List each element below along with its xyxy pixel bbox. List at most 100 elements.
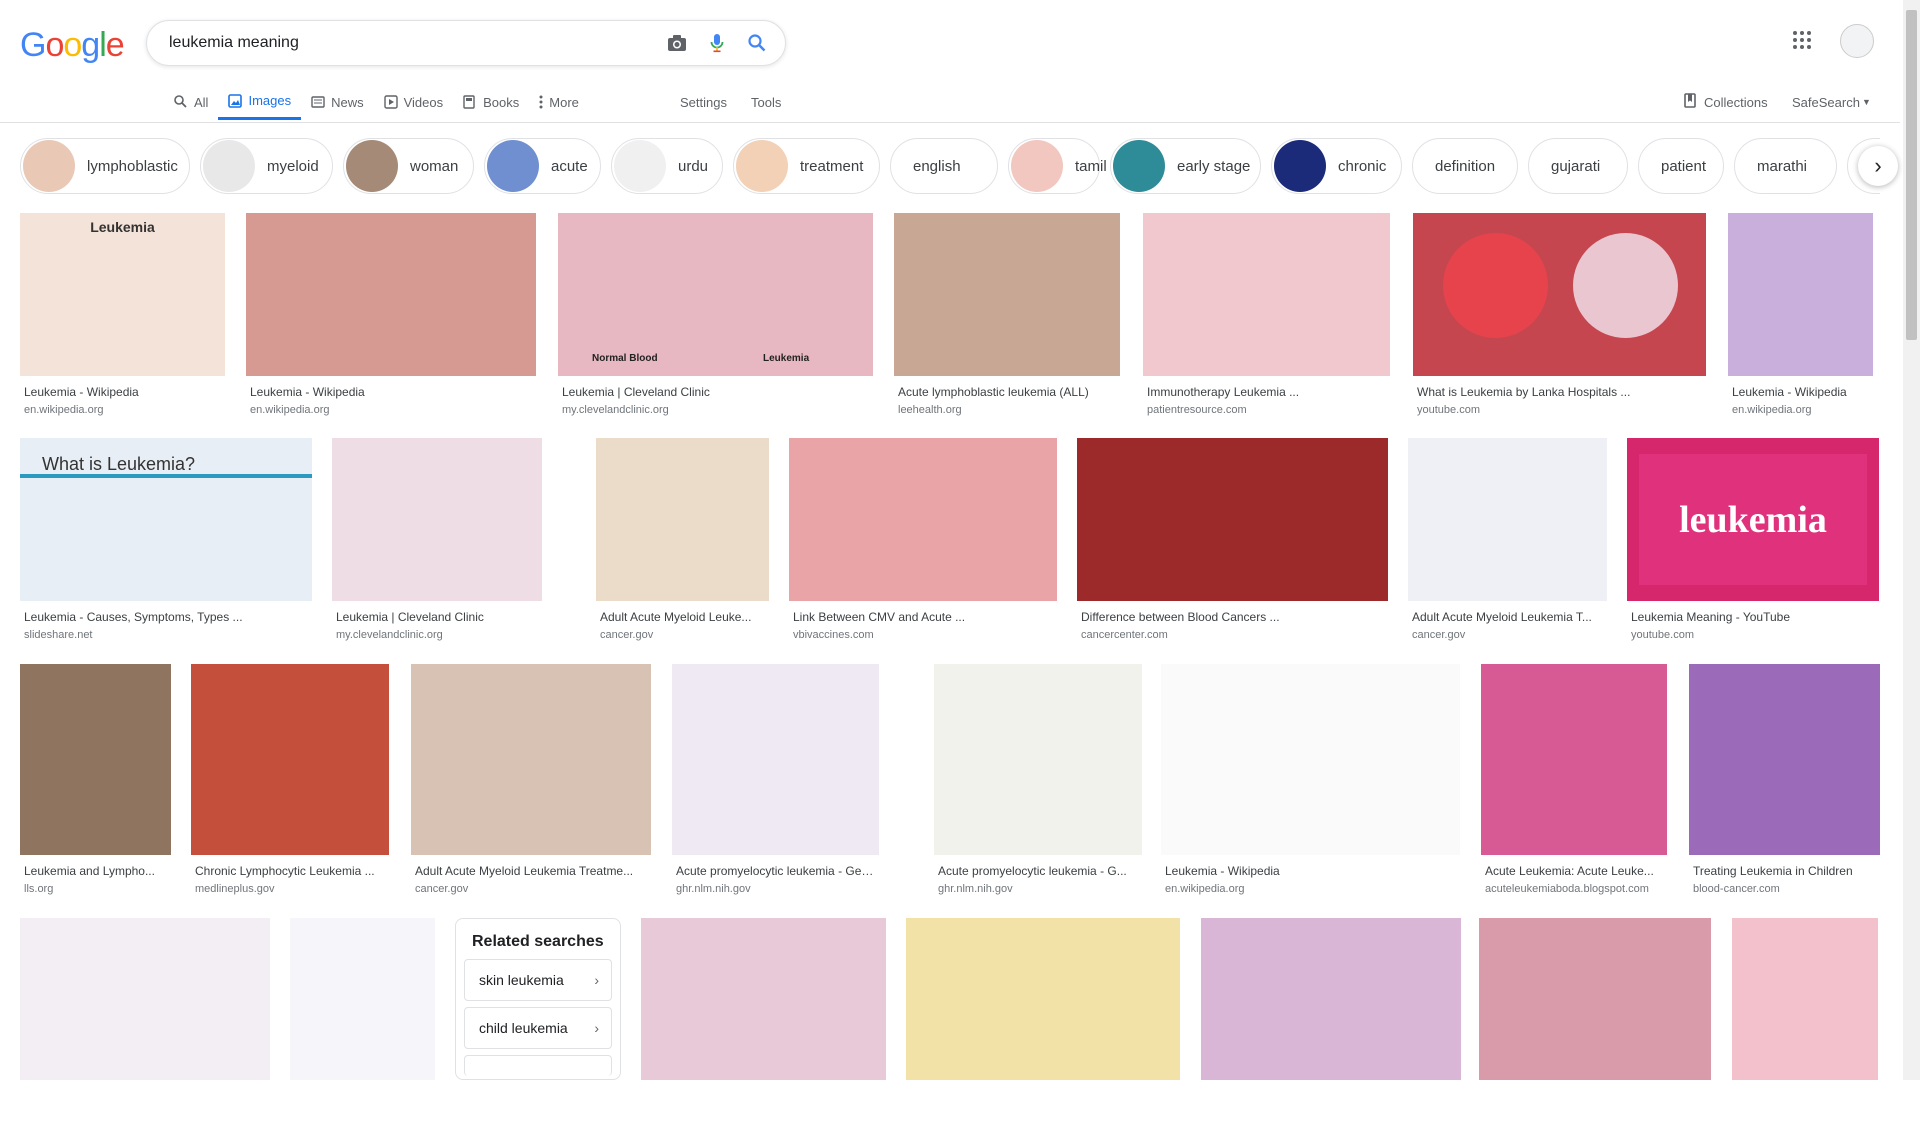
result-title[interactable]: Leukemia and Lympho... bbox=[24, 864, 167, 878]
result-source[interactable]: youtube.com bbox=[1417, 404, 1480, 416]
result-thumbnail[interactable] bbox=[1732, 918, 1878, 1080]
image-result[interactable] bbox=[20, 918, 270, 1124]
related-search-item[interactable] bbox=[464, 1055, 612, 1076]
result-thumbnail[interactable] bbox=[411, 664, 651, 855]
result-thumbnail[interactable] bbox=[191, 664, 389, 855]
result-source[interactable]: my.clevelandclinic.org bbox=[562, 404, 669, 416]
settings-link[interactable]: Settings bbox=[668, 84, 739, 120]
chip-woman[interactable]: woman bbox=[343, 138, 474, 194]
result-title[interactable]: Leukemia - Wikipedia bbox=[1732, 385, 1869, 399]
result-title[interactable]: Leukemia | Cleveland Clinic bbox=[336, 610, 538, 624]
result-thumbnail[interactable] bbox=[246, 213, 536, 376]
result-thumbnail[interactable] bbox=[20, 664, 171, 855]
result-source[interactable]: en.wikipedia.org bbox=[1732, 404, 1812, 416]
result-thumbnail[interactable] bbox=[1408, 438, 1607, 601]
chip-acute[interactable]: acute bbox=[484, 138, 601, 194]
result-source[interactable]: en.wikipedia.org bbox=[1165, 883, 1245, 895]
result-title[interactable]: Leukemia | Cleveland Clinic bbox=[562, 385, 869, 399]
result-thumbnail[interactable]: What is Leukemia? bbox=[20, 438, 312, 601]
chip-gujarati[interactable]: gujarati bbox=[1528, 138, 1628, 194]
result-thumbnail[interactable]: leukemia bbox=[1627, 438, 1879, 601]
result-source[interactable]: my.clevelandclinic.org bbox=[336, 629, 443, 641]
result-title[interactable]: Acute lymphoblastic leukemia (ALL) bbox=[898, 385, 1116, 399]
chip-marathi[interactable]: marathi bbox=[1734, 138, 1837, 194]
result-thumbnail[interactable] bbox=[1161, 664, 1460, 855]
image-result[interactable] bbox=[290, 918, 435, 1124]
image-result[interactable] bbox=[1201, 918, 1461, 1124]
chevron-right-icon[interactable]: › bbox=[1858, 146, 1898, 186]
result-title[interactable]: Leukemia Meaning - YouTube bbox=[1631, 610, 1875, 624]
chip-chronic[interactable]: chronic bbox=[1271, 138, 1402, 194]
result-source[interactable]: blood-cancer.com bbox=[1693, 883, 1780, 895]
image-result[interactable]: Chronic Lymphocytic Leukemia ... medlinep… bbox=[191, 664, 389, 899]
result-title[interactable]: Adult Acute Myeloid Leukemia T... bbox=[1412, 610, 1603, 624]
result-thumbnail[interactable] bbox=[1728, 213, 1873, 376]
result-source[interactable]: ghr.nlm.nih.gov bbox=[676, 883, 751, 895]
result-source[interactable]: slideshare.net bbox=[24, 629, 93, 641]
related-search-item[interactable]: skin leukemia › bbox=[464, 959, 612, 1001]
search-box[interactable] bbox=[146, 20, 786, 66]
result-source[interactable]: cancercenter.com bbox=[1081, 629, 1168, 641]
result-thumbnail[interactable] bbox=[20, 918, 270, 1080]
image-result[interactable]: Immunotherapy Leukemia ... patientresourc… bbox=[1143, 213, 1390, 420]
image-result[interactable]: What is Leukemia? Leukemia - Causes, Symp… bbox=[20, 438, 312, 645]
result-title[interactable]: Adult Acute Myeloid Leuke... bbox=[600, 610, 765, 624]
image-result[interactable]: Link Between CMV and Acute ... vbivaccine… bbox=[789, 438, 1057, 645]
image-result[interactable]: What is Leukemia by Lanka Hospitals ... y… bbox=[1413, 213, 1706, 420]
image-result[interactable]: Acute lymphoblastic leukemia (ALL) leehea… bbox=[894, 213, 1120, 420]
result-title[interactable]: Difference between Blood Cancers ... bbox=[1081, 610, 1384, 624]
microphone-icon[interactable] bbox=[705, 31, 729, 55]
result-source[interactable]: medlineplus.gov bbox=[195, 883, 275, 895]
safesearch-dropdown[interactable]: SafeSearch ▼ bbox=[1792, 84, 1871, 120]
image-result[interactable]: Leukemia Leukemia - Wikipedia en.wikipedia… bbox=[20, 213, 225, 420]
tab-images[interactable]: Images bbox=[218, 84, 302, 120]
image-result[interactable]: Adult Acute Myeloid Leuke... cancer.gov bbox=[596, 438, 769, 645]
result-thumbnail[interactable] bbox=[1201, 918, 1461, 1080]
chip-english[interactable]: english bbox=[890, 138, 998, 194]
image-result[interactable]: Normal Blood Leukemia Leukemia | Cleveland… bbox=[558, 213, 873, 420]
result-thumbnail[interactable]: Leukemia bbox=[20, 213, 225, 376]
result-source[interactable]: cancer.gov bbox=[415, 883, 468, 895]
related-search-item[interactable]: child leukemia › bbox=[464, 1007, 612, 1049]
search-input[interactable] bbox=[167, 31, 631, 55]
tab-books[interactable]: Books bbox=[453, 84, 529, 120]
result-title[interactable]: Leukemia - Wikipedia bbox=[250, 385, 532, 399]
chip-tamil[interactable]: tamil bbox=[1008, 138, 1107, 194]
image-result[interactable]: Difference between Blood Cancers ... canc… bbox=[1077, 438, 1388, 645]
result-title[interactable]: Adult Acute Myeloid Leukemia Treatme... bbox=[415, 864, 647, 878]
result-source[interactable]: leehealth.org bbox=[898, 404, 962, 416]
chip-treatment[interactable]: treatment bbox=[733, 138, 880, 194]
scrollbar-thumb[interactable] bbox=[1906, 10, 1917, 340]
result-source[interactable]: en.wikipedia.org bbox=[250, 404, 330, 416]
image-result[interactable]: Leukemia | Cleveland Clinic my.clevelandc… bbox=[332, 438, 542, 645]
result-thumbnail[interactable] bbox=[1143, 213, 1390, 376]
result-title[interactable]: Acute Leukemia: Acute Leuke... bbox=[1485, 864, 1663, 878]
account-avatar[interactable] bbox=[1840, 24, 1874, 58]
result-source[interactable]: youtube.com bbox=[1631, 629, 1694, 641]
result-thumbnail[interactable] bbox=[672, 664, 879, 855]
image-result[interactable] bbox=[641, 918, 886, 1124]
tab-more[interactable]: More bbox=[529, 84, 589, 120]
result-title[interactable]: Leukemia - Wikipedia bbox=[24, 385, 221, 399]
result-title[interactable]: Treating Leukemia in Children bbox=[1693, 864, 1876, 878]
result-title[interactable]: Acute promyelocytic leukemia - Genetic..… bbox=[676, 864, 875, 878]
result-thumbnail[interactable] bbox=[1481, 664, 1667, 855]
image-result[interactable]: Acute promyelocytic leukemia - G... ghr.n… bbox=[934, 664, 1142, 899]
result-thumbnail[interactable] bbox=[789, 438, 1057, 601]
google-logo[interactable]: Google bbox=[20, 26, 125, 65]
result-source[interactable]: lls.org bbox=[24, 883, 53, 895]
chip-patient[interactable]: patient bbox=[1638, 138, 1724, 194]
chip-urdu[interactable]: urdu bbox=[611, 138, 723, 194]
result-thumbnail[interactable] bbox=[290, 918, 435, 1080]
result-title[interactable]: What is Leukemia by Lanka Hospitals ... bbox=[1417, 385, 1702, 399]
result-source[interactable]: acuteleukemiaboda.blogspot.com bbox=[1485, 883, 1649, 895]
result-title[interactable]: Immunotherapy Leukemia ... bbox=[1147, 385, 1386, 399]
image-result[interactable]: Leukemia and Lympho... lls.org bbox=[20, 664, 171, 899]
result-title[interactable]: Acute promyelocytic leukemia - G... bbox=[938, 864, 1138, 878]
result-thumbnail[interactable] bbox=[1689, 664, 1880, 855]
chip-early-stage[interactable]: early stage bbox=[1110, 138, 1261, 194]
result-title[interactable]: Leukemia - Causes, Symptoms, Types ... bbox=[24, 610, 308, 624]
image-result[interactable]: leukemia Leukemia Meaning - YouTube youtub… bbox=[1627, 438, 1879, 645]
image-result[interactable]: Leukemia - Wikipedia en.wikipedia.org bbox=[1161, 664, 1460, 899]
collections-link[interactable]: Collections bbox=[1684, 84, 1768, 120]
